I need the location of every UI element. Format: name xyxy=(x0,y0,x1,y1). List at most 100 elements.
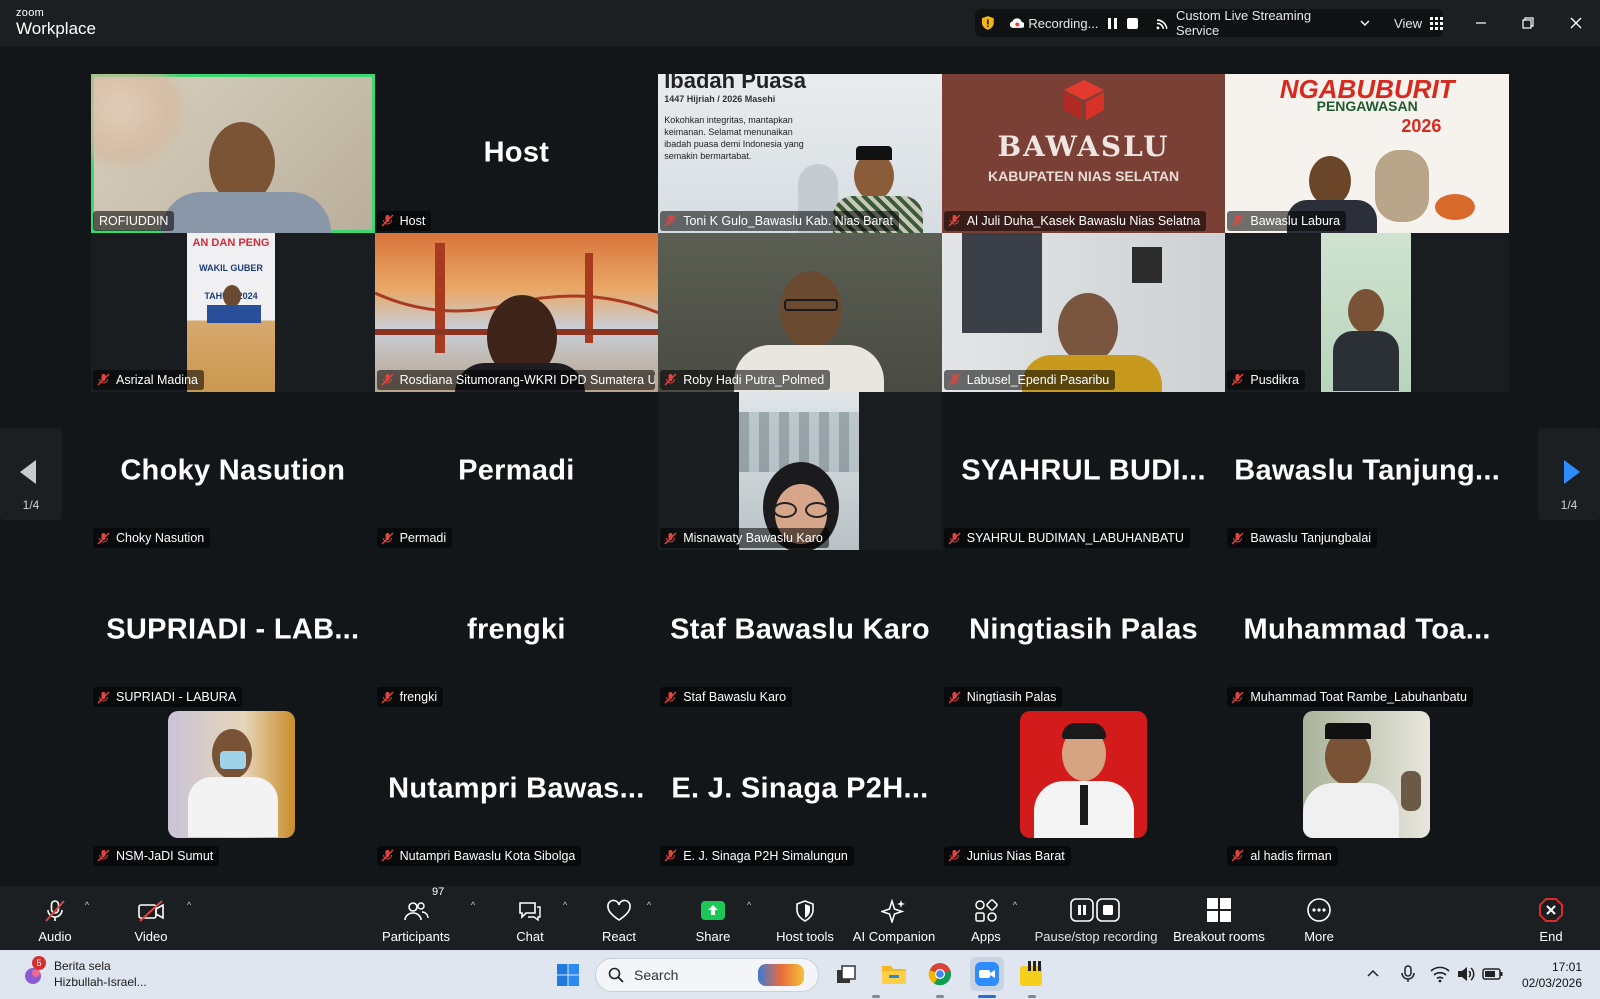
food-graphic xyxy=(1435,194,1476,220)
notes-app-icon[interactable] xyxy=(1018,960,1046,988)
chat-button[interactable]: Chat xyxy=(512,886,548,950)
share-options-caret[interactable]: ^ xyxy=(742,886,756,950)
participant-tile[interactable]: NSM-JaDI Sumut xyxy=(91,709,375,868)
participants-count-badge: 97 xyxy=(432,886,445,898)
chat-icon xyxy=(519,902,541,922)
zoom-app-icon xyxy=(975,962,999,986)
participant-tile[interactable]: Junius Nias Barat xyxy=(941,709,1226,868)
taskbar-search[interactable]: Search xyxy=(595,958,819,992)
react-button[interactable]: React xyxy=(598,886,640,950)
participant-tile[interactable]: frengki frengki xyxy=(374,550,659,710)
participant-tile[interactable]: NGABUBURIT PENGAWASAN 2026 Bawaslu Labur… xyxy=(1225,74,1509,233)
chevron-up-icon[interactable] xyxy=(1366,967,1380,981)
participant-tile[interactable]: Permadi Permadi xyxy=(374,391,659,551)
participant-tile[interactable]: Rosdiana Situmorang-WKRI DPD Sumatera U.… xyxy=(374,232,659,392)
task-view-icon[interactable] xyxy=(835,964,857,986)
chat-options-caret[interactable]: ^ xyxy=(558,886,572,950)
apps-button[interactable]: Apps xyxy=(970,886,1002,950)
wall-frame xyxy=(1131,246,1162,283)
chrome-icon[interactable] xyxy=(928,962,952,986)
cloud-recording-icon xyxy=(1009,18,1025,28)
participant-tile[interactable]: Roby Hadi Putra_Polmed xyxy=(658,232,942,392)
wifi-icon[interactable] xyxy=(1430,965,1450,983)
muted-mic-icon xyxy=(381,849,394,862)
participant-display-name: Ningtiasih Palas xyxy=(969,613,1198,646)
react-label: React xyxy=(602,929,636,944)
participant-tile[interactable]: Labusel_Ependi Pasaribu xyxy=(941,232,1226,392)
participant-body xyxy=(188,777,278,838)
live-stream-service-button[interactable]: Custom Live Streaming Service xyxy=(1176,8,1354,38)
zoom-taskbar-active[interactable] xyxy=(970,957,1004,991)
participant-tile[interactable]: SUPRIADI - LAB... SUPRIADI - LABURA xyxy=(91,550,375,710)
muted-mic-icon xyxy=(97,849,110,862)
breakout-rooms-label: Breakout rooms xyxy=(1173,929,1265,944)
file-explorer-icon[interactable] xyxy=(881,962,907,986)
breakout-rooms-button[interactable]: Breakout rooms xyxy=(1172,886,1266,950)
end-meeting-button[interactable]: End xyxy=(1536,886,1566,950)
close-icon[interactable] xyxy=(1565,12,1587,34)
pause-stop-recording-button[interactable]: Pause/stop recording xyxy=(1035,886,1157,950)
participant-name-label: Ningtiasih Palas xyxy=(943,687,1063,708)
participant-tile[interactable]: E. J. Sinaga P2H... E. J. Sinaga P2H Sim… xyxy=(658,709,942,868)
participant-tile[interactable]: Host Host xyxy=(374,74,659,233)
participant-name-label: Misnawaty Bawaslu Karo xyxy=(660,528,829,549)
meeting-toolbar: Audio ^ Video ^ Participants 97 ^ Chat ^… xyxy=(0,886,1600,950)
shield-icon[interactable] xyxy=(981,16,995,30)
muted-mic-icon xyxy=(664,849,677,862)
slide-subtitle: PENGAWASAN xyxy=(1316,98,1418,114)
participant-tile[interactable]: AN DAN PENG WAKIL GUBER TAHUN 2024 Asriz… xyxy=(91,232,375,392)
audio-button[interactable]: Audio xyxy=(34,886,76,950)
participant-tile[interactable]: Pusdikra xyxy=(1225,232,1509,392)
participant-name-label: Asrizal Madina xyxy=(93,369,204,390)
pause-recording-icon[interactable] xyxy=(1108,17,1118,29)
participant-tile[interactable]: Nutampri Bawas... Nutampri Bawaslu Kota … xyxy=(374,709,659,868)
participant-face xyxy=(223,284,241,307)
participant-name-label: SUPRIADI - LABURA xyxy=(93,687,243,708)
more-button[interactable]: More xyxy=(1302,886,1336,950)
share-button[interactable]: Share xyxy=(694,886,732,950)
next-page-button[interactable]: 1/4 xyxy=(1538,428,1600,520)
system-clock[interactable]: 17:01 02/03/2026 xyxy=(1522,959,1582,991)
volume-icon[interactable] xyxy=(1456,965,1476,983)
grid-view-icon[interactable] xyxy=(1429,16,1443,30)
participant-tile[interactable]: ROFIUDDIN xyxy=(91,74,375,233)
participants-options-caret[interactable]: ^ xyxy=(466,886,480,950)
participant-tile[interactable]: al hadis firman xyxy=(1225,709,1509,868)
react-options-caret[interactable]: ^ xyxy=(642,886,656,950)
minimize-icon[interactable] xyxy=(1470,12,1492,34)
windows-start-icon[interactable] xyxy=(556,963,580,987)
news-badge: 5 xyxy=(32,956,46,970)
apps-options-caret[interactable]: ^ xyxy=(1008,886,1022,950)
view-button[interactable]: View xyxy=(1394,16,1422,31)
participant-tile[interactable]: BAWASLU KABUPATEN NIAS SELATAN Al Juli D… xyxy=(941,74,1226,233)
news-widget[interactable]: 5 Berita sela Hizbullah-Israel... xyxy=(22,956,147,990)
battery-icon[interactable] xyxy=(1482,965,1504,983)
ai-companion-button[interactable]: AI Companion xyxy=(852,886,936,950)
glasses xyxy=(805,501,830,518)
participant-tile[interactable]: Ibadah Puasa 1447 Hijriah / 2026 Masehi … xyxy=(658,74,942,233)
muted-mic-icon xyxy=(1231,691,1244,704)
participant-tile[interactable]: Muhammad Toa... Muhammad Toat Rambe_Labu… xyxy=(1225,550,1509,710)
video-feed xyxy=(1303,711,1431,838)
participant-tile[interactable]: Bawaslu Tanjung... Bawaslu Tanjungbalai xyxy=(1225,391,1509,551)
participants-icon xyxy=(404,902,429,921)
participant-tile[interactable]: Misnawaty Bawaslu Karo xyxy=(658,391,942,551)
chevron-down-icon[interactable] xyxy=(1360,18,1370,28)
audio-options-caret[interactable]: ^ xyxy=(80,886,94,950)
previous-page-button[interactable]: 1/4 xyxy=(0,428,62,520)
video-options-caret[interactable]: ^ xyxy=(182,886,196,950)
live-stream-icon xyxy=(1156,19,1168,30)
arrow-left-icon xyxy=(20,460,36,484)
participant-display-name: SYAHRUL BUDI... xyxy=(961,454,1206,487)
video-feed xyxy=(91,74,181,164)
participant-tile[interactable]: Choky Nasution Choky Nasution xyxy=(91,391,375,551)
host-tools-button[interactable]: Host tools xyxy=(774,886,836,950)
participant-tile[interactable]: Ningtiasih Palas Ningtiasih Palas xyxy=(941,550,1226,710)
participant-tile[interactable]: SYAHRUL BUDI... SYAHRUL BUDIMAN_LABUHANB… xyxy=(941,391,1226,551)
participant-display-name: Muhammad Toa... xyxy=(1243,613,1491,646)
stop-recording-icon[interactable] xyxy=(1127,17,1139,29)
video-button[interactable]: Video xyxy=(130,886,172,950)
microphone-tray-icon[interactable] xyxy=(1398,964,1418,984)
restore-icon[interactable] xyxy=(1517,12,1539,34)
participant-tile[interactable]: Staf Bawaslu Karo Staf Bawaslu Karo xyxy=(658,550,942,710)
